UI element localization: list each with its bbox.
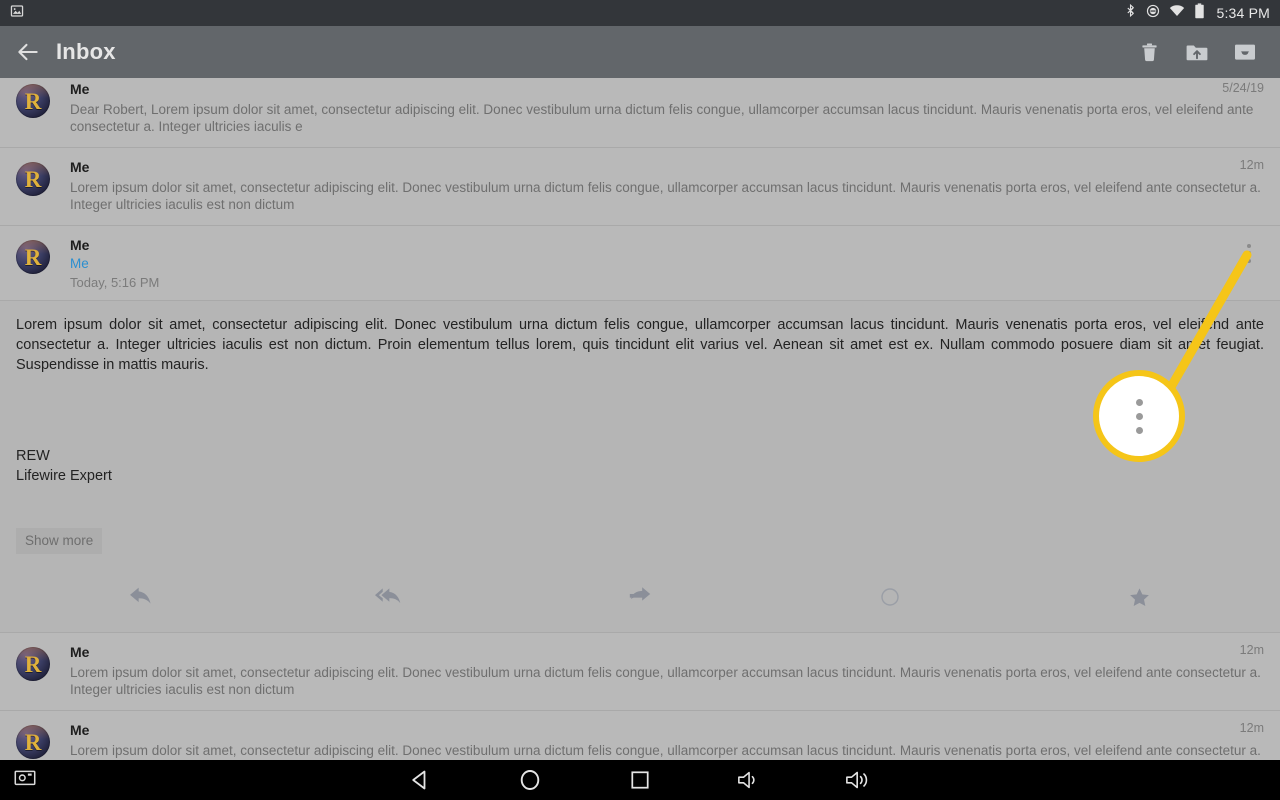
system-navigation-bar <box>0 760 1280 800</box>
message-body-text: Lorem ipsum dolor sit amet, consectetur … <box>16 317 1264 373</box>
battery-icon <box>1194 2 1205 24</box>
expanded-message-header: R Me Me Today, 5:16 PM <box>0 226 1280 298</box>
signature-line-2: Lifewire Expert <box>16 467 112 484</box>
message-sender: Me <box>70 644 90 660</box>
screenshot-button[interactable] <box>14 769 36 792</box>
more-vertical-icon <box>1247 251 1251 255</box>
back-button[interactable] <box>365 760 475 800</box>
message-sender: Me <box>70 81 90 97</box>
status-bar: 5:34 PM <box>0 0 1280 26</box>
mark-unread-button[interactable] <box>765 576 1015 618</box>
more-vertical-icon <box>1135 398 1143 406</box>
star-button[interactable] <box>1014 576 1264 618</box>
signature: REW Lifewire Expert <box>16 447 1264 486</box>
message-timestamp: 5/24/19 <box>1222 81 1264 95</box>
do-not-disturb-icon <box>1146 4 1160 23</box>
message-snippet: Lorem ipsum dolor sit amet, consectetur … <box>70 665 1261 697</box>
expanded-sender: Me <box>70 237 90 253</box>
message-snippet: Lorem ipsum dolor sit amet, consectetur … <box>70 743 1261 758</box>
message-timestamp: 12m <box>1239 721 1264 735</box>
avatar: R <box>16 647 50 681</box>
expanded-recipient[interactable]: Me <box>70 255 159 273</box>
message-action-row <box>16 576 1264 632</box>
volume-up-button[interactable] <box>805 760 915 800</box>
forward-button[interactable] <box>515 576 765 618</box>
more-vertical-icon <box>1247 243 1251 248</box>
reply-button[interactable] <box>16 576 266 618</box>
expanded-date: Today, 5:16 PM <box>70 275 160 290</box>
recents-button[interactable] <box>585 760 695 800</box>
avatar: R <box>16 240 50 274</box>
home-button[interactable] <box>475 760 585 800</box>
android-email-screen: 5:34 PM Inbox R Me Dear Robert, Lorem ip… <box>0 0 1280 800</box>
avatar: R <box>16 725 50 759</box>
gallery-icon <box>10 4 24 23</box>
more-vertical-icon <box>1135 426 1143 434</box>
callout-highlight <box>1093 370 1185 462</box>
app-toolbar: Inbox <box>0 26 1280 78</box>
list-item[interactable]: R Me Lorem ipsum dolor sit amet, consect… <box>0 148 1280 226</box>
message-sender: Me <box>70 722 90 738</box>
overflow-menu-button[interactable] <box>1236 236 1262 270</box>
message-timestamp: 12m <box>1239 158 1264 172</box>
list-item[interactable]: R Me Lorem ipsum dolor sit amet, consect… <box>0 633 1280 711</box>
list-item[interactable]: R Me Dear Robert, Lorem ipsum dolor sit … <box>0 78 1280 148</box>
move-to-folder-button[interactable] <box>1180 35 1214 69</box>
archive-button[interactable] <box>1228 35 1262 69</box>
message-sender: Me <box>70 159 90 175</box>
signature-line-1: REW <box>16 448 50 464</box>
message-snippet: Lorem ipsum dolor sit amet, consectetur … <box>70 180 1261 212</box>
reply-all-button[interactable] <box>266 576 516 618</box>
nav-button-group <box>365 760 915 800</box>
message-thread: R Me Dear Robert, Lorem ipsum dolor sit … <box>0 78 1280 760</box>
wifi-icon <box>1169 4 1185 22</box>
expanded-message-body: Lorem ipsum dolor sit amet, consectetur … <box>0 301 1280 632</box>
expanded-message: R Me Me Today, 5:16 PM Lorem ipsum dolor… <box>0 226 1280 633</box>
show-more-button[interactable]: Show more <box>16 528 103 554</box>
delete-button[interactable] <box>1132 35 1166 69</box>
avatar: R <box>16 162 50 196</box>
more-vertical-icon <box>1247 258 1251 263</box>
message-timestamp: 12m <box>1239 643 1264 657</box>
toolbar-actions <box>1132 35 1280 69</box>
list-item[interactable]: R Me Lorem ipsum dolor sit amet, consect… <box>0 711 1280 760</box>
volume-down-button[interactable] <box>695 760 805 800</box>
back-arrow-icon[interactable] <box>0 39 56 65</box>
more-vertical-icon <box>1135 412 1143 420</box>
status-bar-clock: 5:34 PM <box>1216 5 1270 21</box>
page-title: Inbox <box>56 39 116 64</box>
message-snippet: Dear Robert, Lorem ipsum dolor sit amet,… <box>70 102 1254 134</box>
bluetooth-icon <box>1124 3 1137 23</box>
avatar: R <box>16 84 50 118</box>
